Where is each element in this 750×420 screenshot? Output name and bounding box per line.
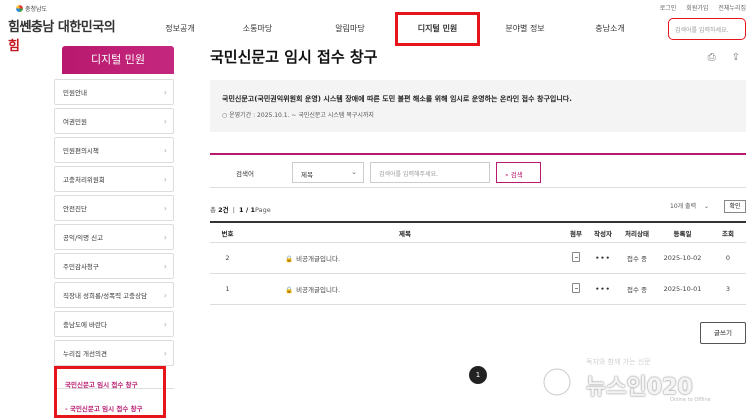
search-button[interactable]: ⌕ 검색 [496, 162, 541, 183]
notice-text: 국민신문고(국민권익위원회 운영) 시스템 장애에 따른 도민 불편 해소를 위… [222, 95, 572, 103]
search-input[interactable]: 검색어를 입력해주세요. [370, 162, 490, 183]
table-row[interactable]: 2 🔒 비공개글입니다. ••• 접수 중 2025-10-02 0 [210, 243, 746, 274]
sidebar-item-passport[interactable]: 여권민원 › [54, 108, 174, 134]
attachment-icon[interactable] [572, 283, 580, 293]
sidebar-item-feedback[interactable]: 누리집 개선의견 › [54, 340, 174, 366]
province-emblem-icon [16, 5, 23, 12]
board-table: 번호 제목 첨부 작성자 처리상태 등록일 조회 2 🔒 비공개글입니다. •••… [210, 221, 746, 305]
sidebar-list: 민원안내 › 여권민원 › 민원편의시책 › 고충처리위원회 › 안전진단 › 공익/익명… [54, 79, 174, 366]
per-page-confirm-button[interactable]: 확인 [724, 200, 746, 213]
page-tools: ⎙ ⇪ [708, 52, 740, 63]
chevron-right-icon: › [163, 145, 167, 155]
chevron-right-icon: › [163, 203, 167, 213]
post-title-link[interactable]: 🔒 비공개글입니다. [245, 284, 565, 294]
sidebar-item-temp-window[interactable]: 국민신문고 임시 접수 창구 - 국민신문고 임시 접수 창구 [54, 366, 166, 418]
top-search-input[interactable]: 검색어를 입력하세요. [668, 18, 746, 40]
gnb-communication[interactable]: 소통마당 [210, 12, 305, 46]
sitemap-link[interactable]: 전체누리집 [718, 3, 746, 12]
chevron-right-icon: › [163, 261, 167, 271]
login-link[interactable]: 로그인 [660, 3, 677, 12]
sidebar-active-label[interactable]: 국민신문고 임시 접수 창구 [65, 379, 138, 389]
gnb-info-disclosure[interactable]: 정보공개 [150, 12, 210, 46]
lock-icon: 🔒 [285, 286, 294, 294]
chevron-down-icon: ⌄ [351, 168, 357, 176]
chevron-right-icon: › [163, 232, 167, 242]
sidebar-item-wishes[interactable]: 충남도에 바란다 › [54, 311, 174, 337]
sidebar-item-convenience[interactable]: 민원편의시책 › [54, 137, 174, 163]
sidebar: 디지털 민원 민원안내 › 여권민원 › 민원편의시책 › 고충처리위원회 › 안전진단… [54, 46, 174, 369]
site-logo[interactable]: 충청남도 힘쎈충남 대한민국의힘 [8, 4, 118, 54]
sidebar-title: 디지털 민원 [62, 46, 174, 74]
page-title: 국민신문고 임시 접수 창구 [210, 48, 378, 66]
sidebar-item-harassment[interactable]: 직장내 성희롱/성폭력 고충상담 › [54, 282, 174, 308]
gnb-notices[interactable]: 알림마당 [305, 12, 395, 46]
signup-link[interactable]: 회원가입 [686, 3, 708, 12]
per-page-select[interactable]: 10개 출력 ⌄ [670, 201, 709, 210]
global-nav: 정보공개 소통마당 알림마당 디지털 민원 분야별 정보 충남소개 [150, 12, 650, 46]
board-search: 검색어 제목 ⌄ 검색어를 입력해주세요. ⌕ 검색 [210, 153, 746, 188]
table-header: 번호 제목 첨부 작성자 처리상태 등록일 조회 [210, 223, 746, 243]
post-title-link[interactable]: 🔒 비공개글입니다. [245, 253, 565, 263]
chevron-down-icon: ⌄ [704, 203, 710, 210]
lock-icon: 🔒 [285, 255, 294, 263]
sidebar-item-guide[interactable]: 민원안내 › [54, 79, 174, 105]
search-label: 검색어 [236, 170, 254, 178]
attachment-icon[interactable] [572, 252, 580, 262]
notice-period: ○ 운영기간 : 2025.10.1. ~ 국민신문고 시스템 복구시까지 [222, 112, 374, 119]
page-number-current[interactable]: 1 [469, 366, 487, 384]
sidebar-item-safety[interactable]: 안전진단 › [54, 195, 174, 221]
table-row[interactable]: 1 🔒 비공개글입니다. ••• 접수 중 2025-10-01 3 [210, 274, 746, 305]
chevron-right-icon: › [163, 174, 167, 184]
province-logo: 충청남도 [16, 4, 118, 13]
chevron-right-icon: › [163, 290, 167, 300]
print-icon[interactable]: ⎙ [708, 52, 716, 63]
sidebar-item-report[interactable]: 공익/익명 신고 › [54, 224, 174, 250]
chevron-right-icon: › [163, 87, 167, 97]
sidebar-active-sub[interactable]: - 국민신문고 임시 접수 창구 [65, 403, 143, 413]
search-icon: ⌕ [505, 171, 509, 179]
notice-box: 국민신문고(국민권익위원회 운영) 시스템 장애에 따른 도민 불편 해소를 위… [210, 80, 746, 132]
utility-links: 로그인 회원가입 전체누리집 [660, 3, 746, 12]
search-type-select[interactable]: 제목 ⌄ [292, 162, 364, 183]
gnb-about[interactable]: 충남소개 [570, 12, 650, 46]
sidebar-item-audit[interactable]: 주민감사청구 › [54, 253, 174, 279]
write-button[interactable]: 글쓰기 [700, 322, 746, 344]
newsin-logo-icon [541, 366, 580, 398]
chevron-right-icon: › [163, 319, 167, 329]
sidebar-item-grievance[interactable]: 고충처리위원회 › [54, 166, 174, 192]
result-count: 총 2건 | 1 / 1Page [210, 206, 271, 214]
news-watermark: 독자와 함께 가는 신문 뉴스인020 Online to Offline [530, 355, 745, 415]
chevron-right-icon: › [163, 348, 167, 358]
share-icon[interactable]: ⇪ [732, 52, 740, 63]
gnb-digital-civil[interactable]: 디지털 민원 [395, 12, 480, 46]
chevron-right-icon: › [163, 116, 167, 126]
gnb-field-info[interactable]: 분야별 정보 [480, 12, 570, 46]
